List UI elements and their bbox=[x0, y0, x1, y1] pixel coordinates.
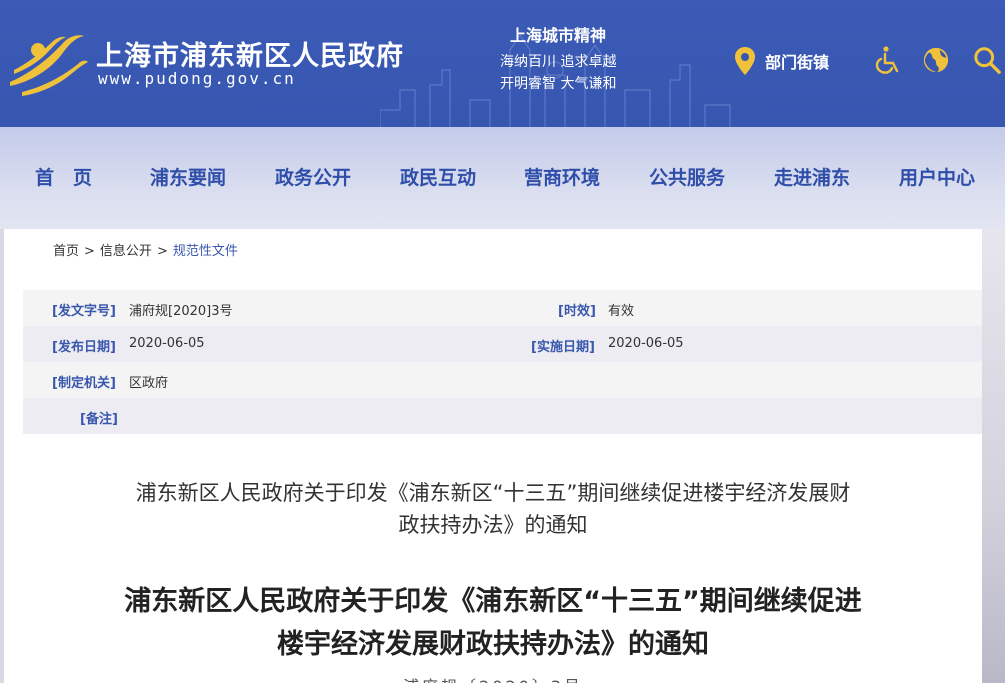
nav-home[interactable]: 首 页 bbox=[35, 163, 92, 190]
meta-row: [制定机关] 区政府 bbox=[23, 362, 982, 398]
publish-date-label: [发布日期] bbox=[52, 340, 116, 355]
article-title-small-line-2: 政扶持办法》的通知 bbox=[398, 513, 588, 537]
dept-streets-link[interactable]: 部门街镇 bbox=[735, 47, 829, 75]
validity-value: 有效 bbox=[608, 304, 635, 319]
effective-date-label: [实施日期] bbox=[531, 340, 595, 355]
site-title[interactable]: 上海市浦东新区人民政府 bbox=[96, 34, 404, 73]
city-spirit-line-2: 开明睿智 大气谦和 bbox=[500, 76, 617, 92]
breadcrumb: 首页 > 信息公开 > 规范性文件 bbox=[53, 240, 238, 259]
city-spirit-title: 上海城市精神 bbox=[510, 26, 607, 45]
breadcrumb-separator: > bbox=[84, 244, 95, 259]
dept-streets-label: 部门街镇 bbox=[765, 53, 830, 72]
nav-public-service[interactable]: 公共服务 bbox=[649, 163, 725, 190]
nav-business[interactable]: 营商环境 bbox=[524, 163, 600, 190]
article-title-small-line-1: 浦东新区人民政府关于印发《浦东新区“十三五”期间继续促进楼宇经济发展财 bbox=[135, 481, 851, 505]
article-doc-number: 浦府规〔2020〕3号 bbox=[4, 673, 982, 683]
document-meta-table: [发文字号] 浦府规[2020]3号 [时效] 有效 [发布日期] 2020-0… bbox=[23, 290, 982, 434]
nav-pudong-news[interactable]: 浦东要闻 bbox=[150, 163, 226, 190]
site-url[interactable]: www.pudong.gov.cn bbox=[98, 69, 296, 88]
nav-user-center[interactable]: 用户中心 bbox=[899, 163, 975, 190]
remark-label: [备注] bbox=[80, 412, 118, 427]
issuer-value: 区政府 bbox=[129, 376, 169, 391]
breadcrumb-separator: > bbox=[156, 244, 168, 259]
validity-label: [时效] bbox=[558, 304, 596, 319]
breadcrumb-info-public[interactable]: 信息公开 bbox=[100, 244, 152, 259]
issuer-label: [制定机关] bbox=[52, 376, 116, 391]
effective-date-value: 2020-06-05 bbox=[608, 336, 684, 351]
meta-row: [发文字号] 浦府规[2020]3号 [时效] 有效 bbox=[23, 290, 982, 326]
meta-row: [发布日期] 2020-06-05 [实施日期] 2020-06-05 bbox=[23, 326, 982, 362]
search-icon[interactable] bbox=[973, 45, 1001, 75]
location-pin-icon bbox=[735, 47, 755, 75]
article-title-big-line-1: 浦东新区人民政府关于印发《浦东新区“十三五”期间继续促进 bbox=[124, 586, 862, 617]
content-panel: 首页 > 信息公开 > 规范性文件 [发文字号] 浦府规[2020]3号 [时效] 有效… bbox=[4, 229, 982, 683]
accessibility-icon[interactable] bbox=[873, 45, 901, 75]
main-nav: 首 页 浦东要闻 政务公开 政民互动 营商环境 公共服务 走进浦东 用户中心 bbox=[0, 127, 1005, 229]
publish-date-value: 2020-06-05 bbox=[129, 336, 205, 351]
city-spirit-line-1: 海纳百川 追求卓越 bbox=[500, 54, 617, 70]
breadcrumb-home[interactable]: 首页 bbox=[53, 244, 79, 259]
breadcrumb-current[interactable]: 规范性文件 bbox=[173, 244, 238, 259]
nav-interaction[interactable]: 政民互动 bbox=[400, 163, 476, 190]
nav-about-pudong[interactable]: 走进浦东 bbox=[774, 163, 850, 190]
right-edge-decoration bbox=[982, 229, 1005, 683]
doc-number-value: 浦府规[2020]3号 bbox=[129, 304, 233, 319]
doc-number-label: [发文字号] bbox=[52, 304, 116, 319]
pudong-logo bbox=[10, 35, 88, 96]
nav-gov-affairs[interactable]: 政务公开 bbox=[275, 163, 351, 190]
globe-icon[interactable] bbox=[922, 45, 950, 75]
site-header: 上海市浦东新区人民政府 www.pudong.gov.cn 上海城市精神 海纳百… bbox=[0, 0, 1005, 127]
article-title-big-line-2: 楼宇经济发展财政扶持办法》的通知 bbox=[277, 629, 709, 660]
meta-row: [备注] bbox=[23, 398, 982, 434]
